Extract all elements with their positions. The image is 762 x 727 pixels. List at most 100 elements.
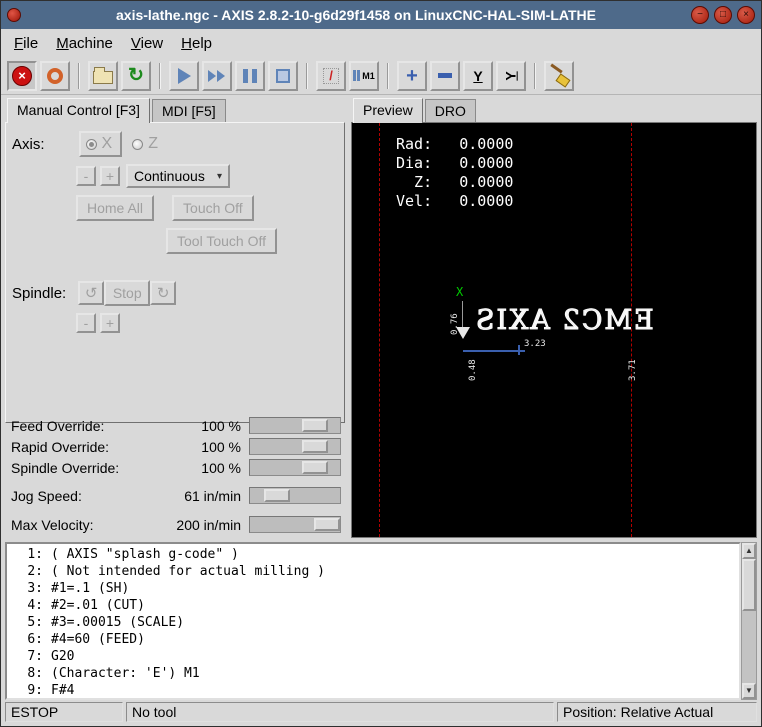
- toolbar-separator: [387, 63, 389, 89]
- scroll-up-icon[interactable]: ▲: [742, 543, 756, 559]
- window-menu-icon[interactable]: [7, 8, 21, 22]
- play-icon: [178, 68, 191, 84]
- view-y2-icon: Y: [503, 71, 519, 80]
- scroll-thumb[interactable]: [742, 559, 756, 611]
- skip-lines-toggle-button[interactable]: /: [316, 61, 346, 91]
- jog-plus-button[interactable]: +: [100, 166, 120, 186]
- max-velocity-label: Max Velocity:: [11, 517, 93, 533]
- spindle-stop-button[interactable]: Stop: [104, 280, 150, 306]
- rapid-override-slider[interactable]: [249, 438, 341, 455]
- tool-touch-off-button[interactable]: Tool Touch Off: [166, 228, 277, 254]
- status-tool: No tool: [126, 702, 554, 722]
- line-number: 6:: [7, 631, 43, 648]
- toolbar-separator: [534, 63, 536, 89]
- home-all-button[interactable]: Home All: [76, 195, 154, 221]
- line-text: (Character: 'E') M1: [51, 665, 200, 682]
- z-axis-line: [463, 350, 525, 352]
- gcode-scrollbar[interactable]: ▲ ▼: [741, 542, 757, 700]
- x-axis-label: X: [456, 285, 463, 299]
- maximize-button[interactable]: □: [714, 6, 732, 24]
- slider-handle[interactable]: [302, 461, 328, 474]
- run-program-button[interactable]: [169, 61, 199, 91]
- spindle-speed-row: - +: [76, 313, 338, 333]
- minimize-button[interactable]: −: [691, 6, 709, 24]
- jog-speed-label: Jog Speed:: [11, 488, 82, 504]
- stop-program-button[interactable]: [268, 61, 298, 91]
- tab-dro[interactable]: DRO: [425, 99, 476, 122]
- clear-plot-button[interactable]: [544, 61, 574, 91]
- spindle-plus-button[interactable]: +: [100, 313, 120, 333]
- slider-handle[interactable]: [302, 419, 328, 432]
- spindle-override-slider[interactable]: [249, 459, 341, 476]
- tab-preview[interactable]: Preview: [353, 98, 423, 123]
- menu-help[interactable]: Help: [172, 31, 221, 56]
- extent-dim-076: 0.76: [450, 313, 460, 335]
- jog-speed-row: Jog Speed: 61 in/min: [11, 484, 343, 507]
- spindle-override-label: Spindle Override:: [11, 460, 119, 476]
- gcode-line[interactable]: 5:#3=.00015 (SCALE): [7, 614, 739, 631]
- right-panel: Preview DRO Rad: 0.0000Dia: 0.0000 Z: 0.…: [351, 97, 757, 538]
- gcode-line[interactable]: 2:( Not intended for actual milling ): [7, 563, 739, 580]
- gcode-line[interactable]: 8:(Character: 'E') M1: [7, 665, 739, 682]
- zoom-out-button[interactable]: [430, 61, 460, 91]
- titlebar[interactable]: axis-lathe.ngc - AXIS 2.8.2-10-g6d29f145…: [1, 1, 761, 29]
- line-number: 2:: [7, 563, 43, 580]
- tab-mdi[interactable]: MDI [F5]: [152, 99, 226, 122]
- axis-z-radio[interactable]: Z: [132, 135, 158, 153]
- line-number: 1:: [7, 546, 43, 563]
- estop-button[interactable]: ×: [7, 61, 37, 91]
- open-file-button[interactable]: [88, 61, 118, 91]
- zoom-out-icon: [438, 73, 452, 78]
- touch-off-button[interactable]: Touch Off: [172, 195, 254, 221]
- slider-handle[interactable]: [302, 440, 328, 453]
- gcode-line[interactable]: 9: F#4: [7, 682, 739, 699]
- jog-speed-slider[interactable]: [249, 487, 341, 504]
- menu-machine[interactable]: Machine: [47, 31, 122, 56]
- stop-icon: [276, 69, 290, 83]
- spindle-reverse-button[interactable]: ↺: [78, 281, 104, 305]
- reload-file-button[interactable]: ↻: [121, 61, 151, 91]
- feed-override-row: Feed Override: 100 %: [11, 415, 343, 436]
- jog-minus-button[interactable]: -: [76, 166, 96, 186]
- close-button[interactable]: ×: [737, 6, 755, 24]
- gcode-listing[interactable]: 1:( AXIS "splash g-code" ) 2:( Not inten…: [5, 542, 741, 700]
- gcode-line[interactable]: 6:#4=60 (FEED): [7, 631, 739, 648]
- menu-view[interactable]: View: [122, 31, 172, 56]
- radio-icon: [86, 139, 97, 150]
- feed-override-slider[interactable]: [249, 417, 341, 434]
- axis-label: Axis:: [12, 136, 45, 153]
- machine-power-button[interactable]: [40, 61, 70, 91]
- spindle-forward-button[interactable]: ↻: [150, 281, 176, 305]
- pause-icon: [243, 69, 257, 83]
- optional-pause-toggle-button[interactable]: M1: [349, 61, 379, 91]
- jog-increment-dropdown[interactable]: Continuous ▾: [126, 164, 230, 188]
- preview-canvas[interactable]: Rad: 0.0000Dia: 0.0000 Z: 0.0000Vel: 0.0…: [351, 122, 757, 538]
- scroll-down-icon[interactable]: ▼: [742, 683, 756, 699]
- slider-handle[interactable]: [264, 489, 290, 502]
- scroll-trough[interactable]: [742, 559, 756, 683]
- view-y2-button[interactable]: Y: [496, 61, 526, 91]
- pause-button[interactable]: [235, 61, 265, 91]
- gcode-line[interactable]: 7:G20: [7, 648, 739, 665]
- feed-override-value: 100 %: [163, 418, 249, 434]
- line-text: F#4: [51, 682, 74, 699]
- toolbar-separator: [159, 63, 161, 89]
- gcode-line[interactable]: 1:( AXIS "splash g-code" ): [7, 546, 739, 563]
- view-y-button[interactable]: Y: [463, 61, 493, 91]
- slider-handle[interactable]: [314, 518, 340, 531]
- gcode-line[interactable]: 4:#2=.01 (CUT): [7, 597, 739, 614]
- left-tabs: Manual Control [F3] MDI [F5]: [5, 97, 345, 122]
- toolbar-separator: [306, 63, 308, 89]
- axis-x-radio[interactable]: X: [79, 131, 123, 157]
- menu-file[interactable]: File: [5, 31, 47, 56]
- run-step-button[interactable]: [202, 61, 232, 91]
- zoom-in-button[interactable]: +: [397, 61, 427, 91]
- tab-manual-control[interactable]: Manual Control [F3]: [7, 98, 150, 123]
- splash-gcode-preview-text: EMC2 AXIS: [474, 305, 654, 336]
- spindle-minus-button[interactable]: -: [76, 313, 96, 333]
- line-number: 9:: [7, 682, 43, 699]
- status-estop: ESTOP: [5, 702, 123, 722]
- gcode-line[interactable]: 3:#1=.1 (SH): [7, 580, 739, 597]
- max-velocity-slider[interactable]: [249, 516, 341, 533]
- status-bar: ESTOP No tool Position: Relative Actual: [1, 700, 761, 726]
